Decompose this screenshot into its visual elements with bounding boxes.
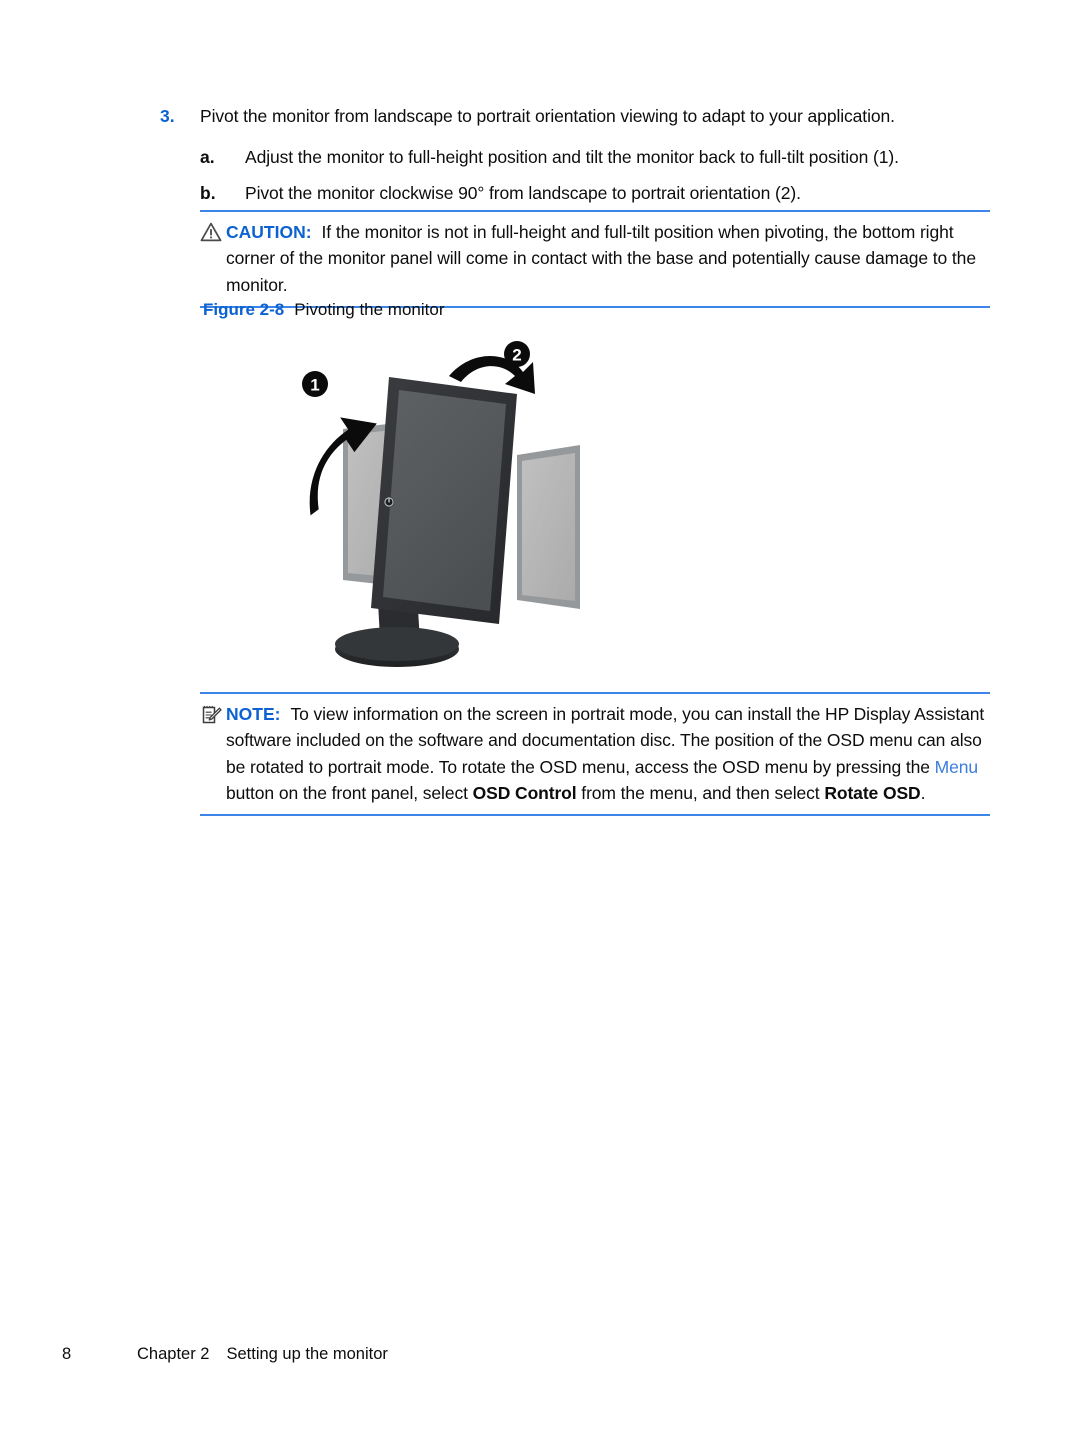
note-segment-plain-2: button on the front panel, select (226, 782, 473, 803)
substep-a-text: Adjust the monitor to full-height positi… (245, 147, 899, 167)
page-footer: 8 Chapter 2 Setting up the monitor (62, 1345, 388, 1364)
monitor-power-indicator (383, 496, 395, 508)
callout-badge-2: 2 (504, 341, 530, 367)
numbered-step-3: 3. Pivot the monitor from landscape to p… (160, 104, 990, 129)
document-page: 3. Pivot the monitor from landscape to p… (0, 0, 1080, 1437)
rotate-osd-term: Rotate OSD (824, 782, 921, 803)
step-number: 3. (160, 106, 175, 126)
footer-page-number: 8 (62, 1345, 72, 1363)
note-pad-pencil-icon (200, 701, 226, 731)
note-text-block: NOTE: To view information on the screen i… (226, 701, 990, 806)
figure-caption: Figure 2-8 Pivoting the monitor (203, 300, 445, 320)
menu-link[interactable]: Menu (935, 757, 978, 777)
ghost-landscape-monitor-right (517, 445, 580, 609)
note-label: NOTE: (226, 704, 281, 724)
pivoting-monitor-illustration: 1 2 (285, 332, 615, 682)
footer-chapter-title: Setting up the monitor (226, 1345, 388, 1363)
note-body: To view information on the screen in por… (226, 704, 984, 803)
caution-body: If the monitor is not in full-height and… (226, 222, 976, 295)
note-segment-plain-1: To view information on the screen in por… (226, 704, 985, 777)
note-segment-plain-3: from the menu, and then select (576, 782, 825, 803)
figure-title: Pivoting the monitor (294, 300, 445, 319)
figure-label: Figure 2-8 (203, 300, 285, 319)
callout-badge-1: 1 (302, 371, 328, 397)
substep-a: a. Adjust the monitor to full-height pos… (200, 145, 990, 170)
note-bottom-rule (200, 814, 990, 816)
monitor-base (335, 627, 459, 667)
substep-a-letter: a. (200, 147, 215, 167)
substep-b-text: Pivot the monitor clockwise 90° from lan… (245, 183, 801, 203)
step-text: Pivot the monitor from landscape to port… (200, 106, 895, 126)
svg-text:2: 2 (512, 346, 521, 365)
warning-triangle-icon (200, 219, 226, 247)
caution-admonition: CAUTION: If the monitor is not in full-he… (200, 210, 990, 308)
note-admonition: NOTE: To view information on the screen i… (200, 692, 990, 816)
caution-text-block: CAUTION: If the monitor is not in full-he… (226, 219, 990, 298)
portrait-monitor (371, 377, 517, 624)
note-segment-period: . (920, 782, 926, 803)
osd-control-term: OSD Control (472, 782, 577, 803)
substep-b-letter: b. (200, 183, 216, 203)
caution-label: CAUTION: (226, 222, 312, 242)
substep-b: b. Pivot the monitor clockwise 90° from … (200, 181, 990, 206)
footer-chapter: Chapter 2 (137, 1345, 210, 1363)
svg-text:1: 1 (310, 376, 319, 395)
